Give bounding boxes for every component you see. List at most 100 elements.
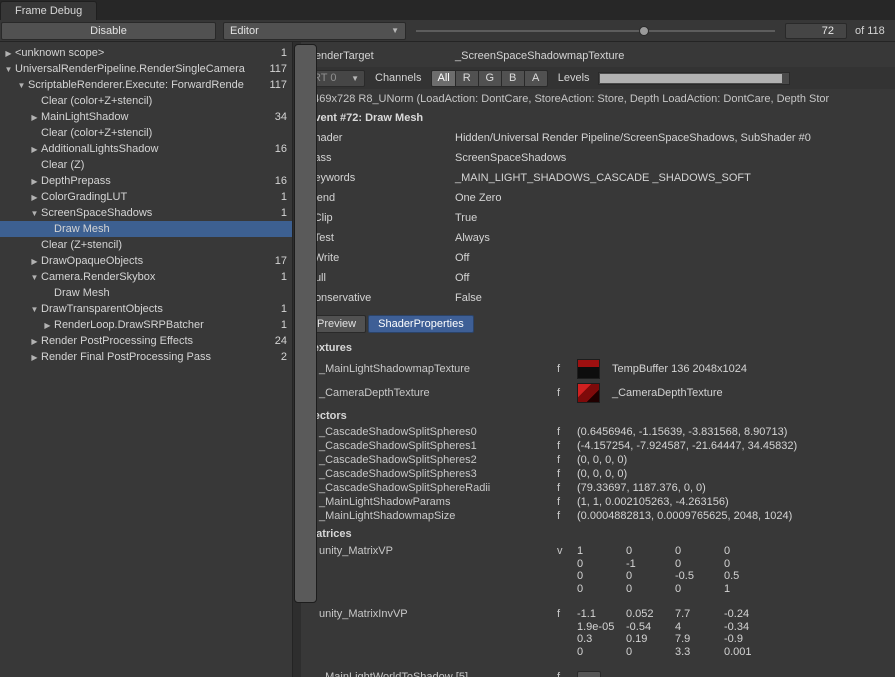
render-target-format-info: 1469x728 R8_UNorm (LoadAction: DontCare,… (307, 90, 895, 108)
tree-item-label: DepthPrepass (41, 175, 271, 187)
frame-slider-handle[interactable] (639, 26, 649, 36)
disclosure-arrow-icon[interactable]: ▶ (28, 193, 41, 202)
tree-item-label: UniversalRenderPipeline.RenderSingleCame… (15, 63, 265, 75)
matrix-row: _MainLightWorldToShadow [5]f... (307, 671, 895, 677)
tree-row[interactable]: Clear (color+Z+stencil) (0, 125, 292, 141)
matrix-cell: 4 (675, 621, 724, 634)
property-label: Cull (307, 272, 455, 284)
tree-row[interactable]: ▼UniversalRenderPipeline.RenderSingleCam… (0, 61, 292, 77)
disclosure-arrow-icon[interactable]: ▼ (15, 81, 28, 90)
disclosure-arrow-icon[interactable]: ▶ (41, 321, 54, 330)
channel-button-g[interactable]: G (479, 70, 502, 87)
tree-row[interactable]: ▶ColorGradingLUT1 (0, 189, 292, 205)
tree-row[interactable]: ▼DrawTransparentObjects1 (0, 301, 292, 317)
tree-row[interactable]: Clear (Z) (0, 157, 292, 173)
tree-scrollbar[interactable] (292, 42, 301, 677)
channels-row: RT 0 ▼ Channels AllRGBA Levels (301, 67, 895, 89)
tree-item-count: 16 (275, 175, 292, 187)
tree-row[interactable]: ▶Render PostProcessing Effects24 (0, 333, 292, 349)
property-label: ZClip (307, 212, 455, 224)
channel-button-a[interactable]: A (525, 70, 548, 87)
tree-row[interactable]: ▶DepthPrepass 16 (0, 173, 292, 189)
matrix-type: f (557, 608, 577, 620)
disclosure-arrow-icon[interactable]: ▼ (2, 65, 15, 74)
tree-row[interactable]: ▶MainLightShadow34 (0, 109, 292, 125)
tree-row[interactable]: ▶<unknown scope>1 (0, 45, 292, 61)
tab-frame-debug[interactable]: Frame Debug (0, 1, 97, 20)
tab-strip: Frame Debug (0, 0, 895, 20)
vector-name: _CascadeShadowSplitSpheres2 (307, 454, 557, 466)
channel-button-r[interactable]: R (456, 70, 479, 87)
disclosure-arrow-icon[interactable]: ▼ (28, 209, 41, 218)
texture-name: _MainLightShadowmapTexture (307, 363, 557, 375)
frame-slider[interactable] (414, 22, 777, 40)
property-value: Off (455, 272, 469, 284)
disclosure-arrow-icon[interactable]: ▶ (28, 113, 41, 122)
chevron-down-icon: ▼ (351, 74, 359, 83)
property-value: False (455, 292, 482, 304)
tree-row[interactable]: ▼Camera.RenderSkybox1 (0, 269, 292, 285)
disclosure-arrow-icon[interactable]: ▶ (2, 49, 15, 58)
tree-item-label: DrawTransparentObjects (41, 303, 277, 315)
tree-row[interactable]: ▼ScriptableRenderer.Execute: ForwardRend… (0, 77, 292, 93)
tree-row[interactable]: Clear (color+Z+stencil) (0, 93, 292, 109)
tree-row[interactable]: ▼ScreenSpaceShadows1 (0, 205, 292, 221)
disclosure-arrow-icon[interactable]: ▼ (28, 273, 41, 282)
property-label: Pass (307, 152, 455, 164)
texture-thumbnail[interactable] (577, 383, 600, 403)
matrix-cell: 0 (577, 558, 626, 571)
texture-value: TempBuffer 136 2048x1024 (612, 363, 747, 375)
levels-slider-fill (600, 74, 782, 83)
tree-row[interactable]: ▶Render Final PostProcessing Pass2 (0, 349, 292, 365)
levels-label: Levels (558, 72, 590, 84)
vector-row: _CascadeShadowSplitSpheres0f(0.6456946, … (307, 425, 895, 439)
disable-button[interactable]: Disable (1, 22, 216, 40)
tree-row[interactable]: ▶AdditionalLightsShadow16 (0, 141, 292, 157)
tree-item-label: ScriptableRenderer.Execute: ForwardRende (28, 79, 265, 91)
tree-row[interactable]: Clear (Z+stencil) (0, 237, 292, 253)
tab-shaderproperties[interactable]: ShaderProperties (368, 315, 474, 333)
disclosure-arrow-icon[interactable]: ▶ (28, 337, 41, 346)
disclosure-arrow-icon[interactable]: ▼ (28, 305, 41, 314)
tree-row[interactable]: ▶DrawOpaqueObjects17 (0, 253, 292, 269)
texture-type: f (557, 363, 577, 375)
disclosure-arrow-icon[interactable]: ▶ (28, 353, 41, 362)
property-label: Keywords (307, 172, 455, 184)
channel-button-all[interactable]: All (431, 70, 455, 87)
tree-scrollbar-thumb[interactable] (294, 44, 317, 603)
property-value: Off (455, 252, 469, 264)
tree-item-label: Draw Mesh (54, 287, 283, 299)
tree-item-count: 117 (269, 63, 292, 75)
tree-item-count: 34 (275, 111, 292, 123)
target-dropdown[interactable]: Editor ▼ (223, 22, 406, 40)
frame-number-field[interactable] (785, 23, 847, 39)
vector-type: f (557, 440, 577, 452)
vectors-header: Vectors (307, 407, 895, 425)
tree-item-count: 1 (281, 271, 292, 283)
tree-item-label: ScreenSpaceShadows (41, 207, 277, 219)
event-properties: ShaderHidden/Universal Render Pipeline/S… (307, 128, 895, 308)
matrix-cell: 1 (577, 545, 626, 558)
matrix-type: f (557, 671, 577, 677)
levels-slider[interactable] (598, 72, 790, 85)
expand-matrix-button[interactable]: ... (577, 671, 601, 677)
matrix-cell: 0 (675, 583, 724, 596)
disclosure-arrow-icon[interactable]: ▶ (28, 257, 41, 266)
matrix-cell: 0 (724, 558, 773, 571)
tree-row[interactable]: Draw Mesh (0, 285, 292, 301)
texture-thumbnail[interactable] (577, 359, 600, 379)
tree-item-label: DrawOpaqueObjects (41, 255, 271, 267)
disclosure-arrow-icon[interactable]: ▶ (28, 177, 41, 186)
disclosure-arrow-icon[interactable]: ▶ (28, 145, 41, 154)
tree-row[interactable]: Draw Mesh (0, 221, 292, 237)
toolbar: Disable Editor ▼ of 118 (0, 20, 895, 42)
matrix-cell: 0.19 (626, 633, 675, 646)
property-label: Shader (307, 132, 455, 144)
tree-item-label: RenderLoop.DrawSRPBatcher (54, 319, 277, 331)
matrix-cell: 3.3 (675, 646, 724, 659)
property-value: Always (455, 232, 490, 244)
tree-item-count: 117 (269, 79, 292, 91)
matrix-cell: 0 (577, 646, 626, 659)
tree-row[interactable]: ▶RenderLoop.DrawSRPBatcher1 (0, 317, 292, 333)
channel-button-b[interactable]: B (502, 70, 525, 87)
